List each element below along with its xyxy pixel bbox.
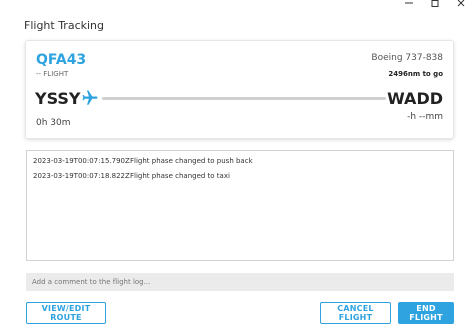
comment-input[interactable] xyxy=(26,273,454,291)
aircraft-type: Boeing 737-838 xyxy=(371,53,443,63)
maximize-icon[interactable] xyxy=(422,0,448,12)
view-edit-route-button[interactable]: VIEW/EDIT ROUTE xyxy=(26,302,106,324)
destination-airport: WADD xyxy=(387,89,443,108)
log-entry-time: 2023-03-19T00:07:18.822Z xyxy=(33,172,130,180)
log-entry-time: 2023-03-19T00:07:15.790Z xyxy=(33,157,130,165)
log-entry-message: Flight phase changed to taxi xyxy=(130,172,230,180)
elapsed-time: 0h 30m xyxy=(36,118,71,128)
route-progress-line xyxy=(102,97,386,100)
window-controls xyxy=(396,0,474,12)
flight-number: -- FLIGHT xyxy=(36,70,69,78)
log-entry: 2023-03-19T00:07:15.790Z Flight phase ch… xyxy=(33,157,253,167)
window-title: Flight Tracking xyxy=(24,19,104,32)
log-entry: 2023-03-19T00:07:18.822Z Flight phase ch… xyxy=(33,172,230,182)
remaining-time: -h --mm xyxy=(407,112,443,122)
airplane-icon xyxy=(80,89,100,107)
flight-log[interactable]: 2023-03-19T00:07:15.790Z Flight phase ch… xyxy=(26,150,454,261)
log-entry-message: Flight phase changed to push back xyxy=(130,157,253,165)
end-flight-button[interactable]: END FLIGHT xyxy=(398,302,454,324)
origin-airport: YSSY xyxy=(35,89,81,108)
minimize-icon[interactable] xyxy=(396,0,422,12)
flight-card: QFA43 -- FLIGHT Boeing 737-838 2496nm to… xyxy=(26,41,453,138)
flight-tracking-window: Flight Tracking QFA43 -- FLIGHT Boeing 7… xyxy=(0,0,474,333)
cancel-flight-button[interactable]: CANCEL FLIGHT xyxy=(320,302,391,324)
distance-to-go: 2496nm to go xyxy=(388,70,443,78)
close-icon[interactable] xyxy=(448,0,474,12)
flight-callsign: QFA43 xyxy=(36,52,87,68)
